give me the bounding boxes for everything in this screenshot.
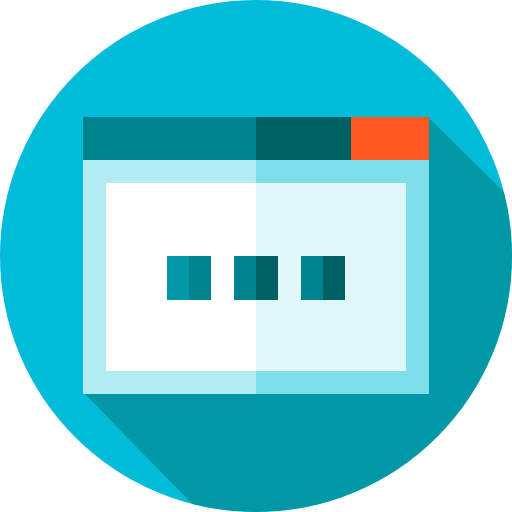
titlebar-right <box>256 117 351 160</box>
loading-dot-2-right <box>256 256 278 300</box>
browser-window-loading-icon <box>0 0 512 512</box>
loading-dot-3-right <box>323 256 345 300</box>
close-button-icon <box>351 117 429 160</box>
browser-window <box>83 117 429 394</box>
titlebar-left <box>83 117 256 160</box>
loading-dots <box>167 256 345 300</box>
loading-dot-2 <box>234 256 278 300</box>
loading-dot-3-left <box>301 256 323 300</box>
loading-dot-3 <box>301 256 345 300</box>
loading-dot-1-right <box>189 256 211 300</box>
icon-canvas <box>0 0 512 512</box>
loading-dot-1-left <box>167 256 189 300</box>
loading-dot-2-left <box>234 256 256 300</box>
loading-dot-1 <box>167 256 211 300</box>
